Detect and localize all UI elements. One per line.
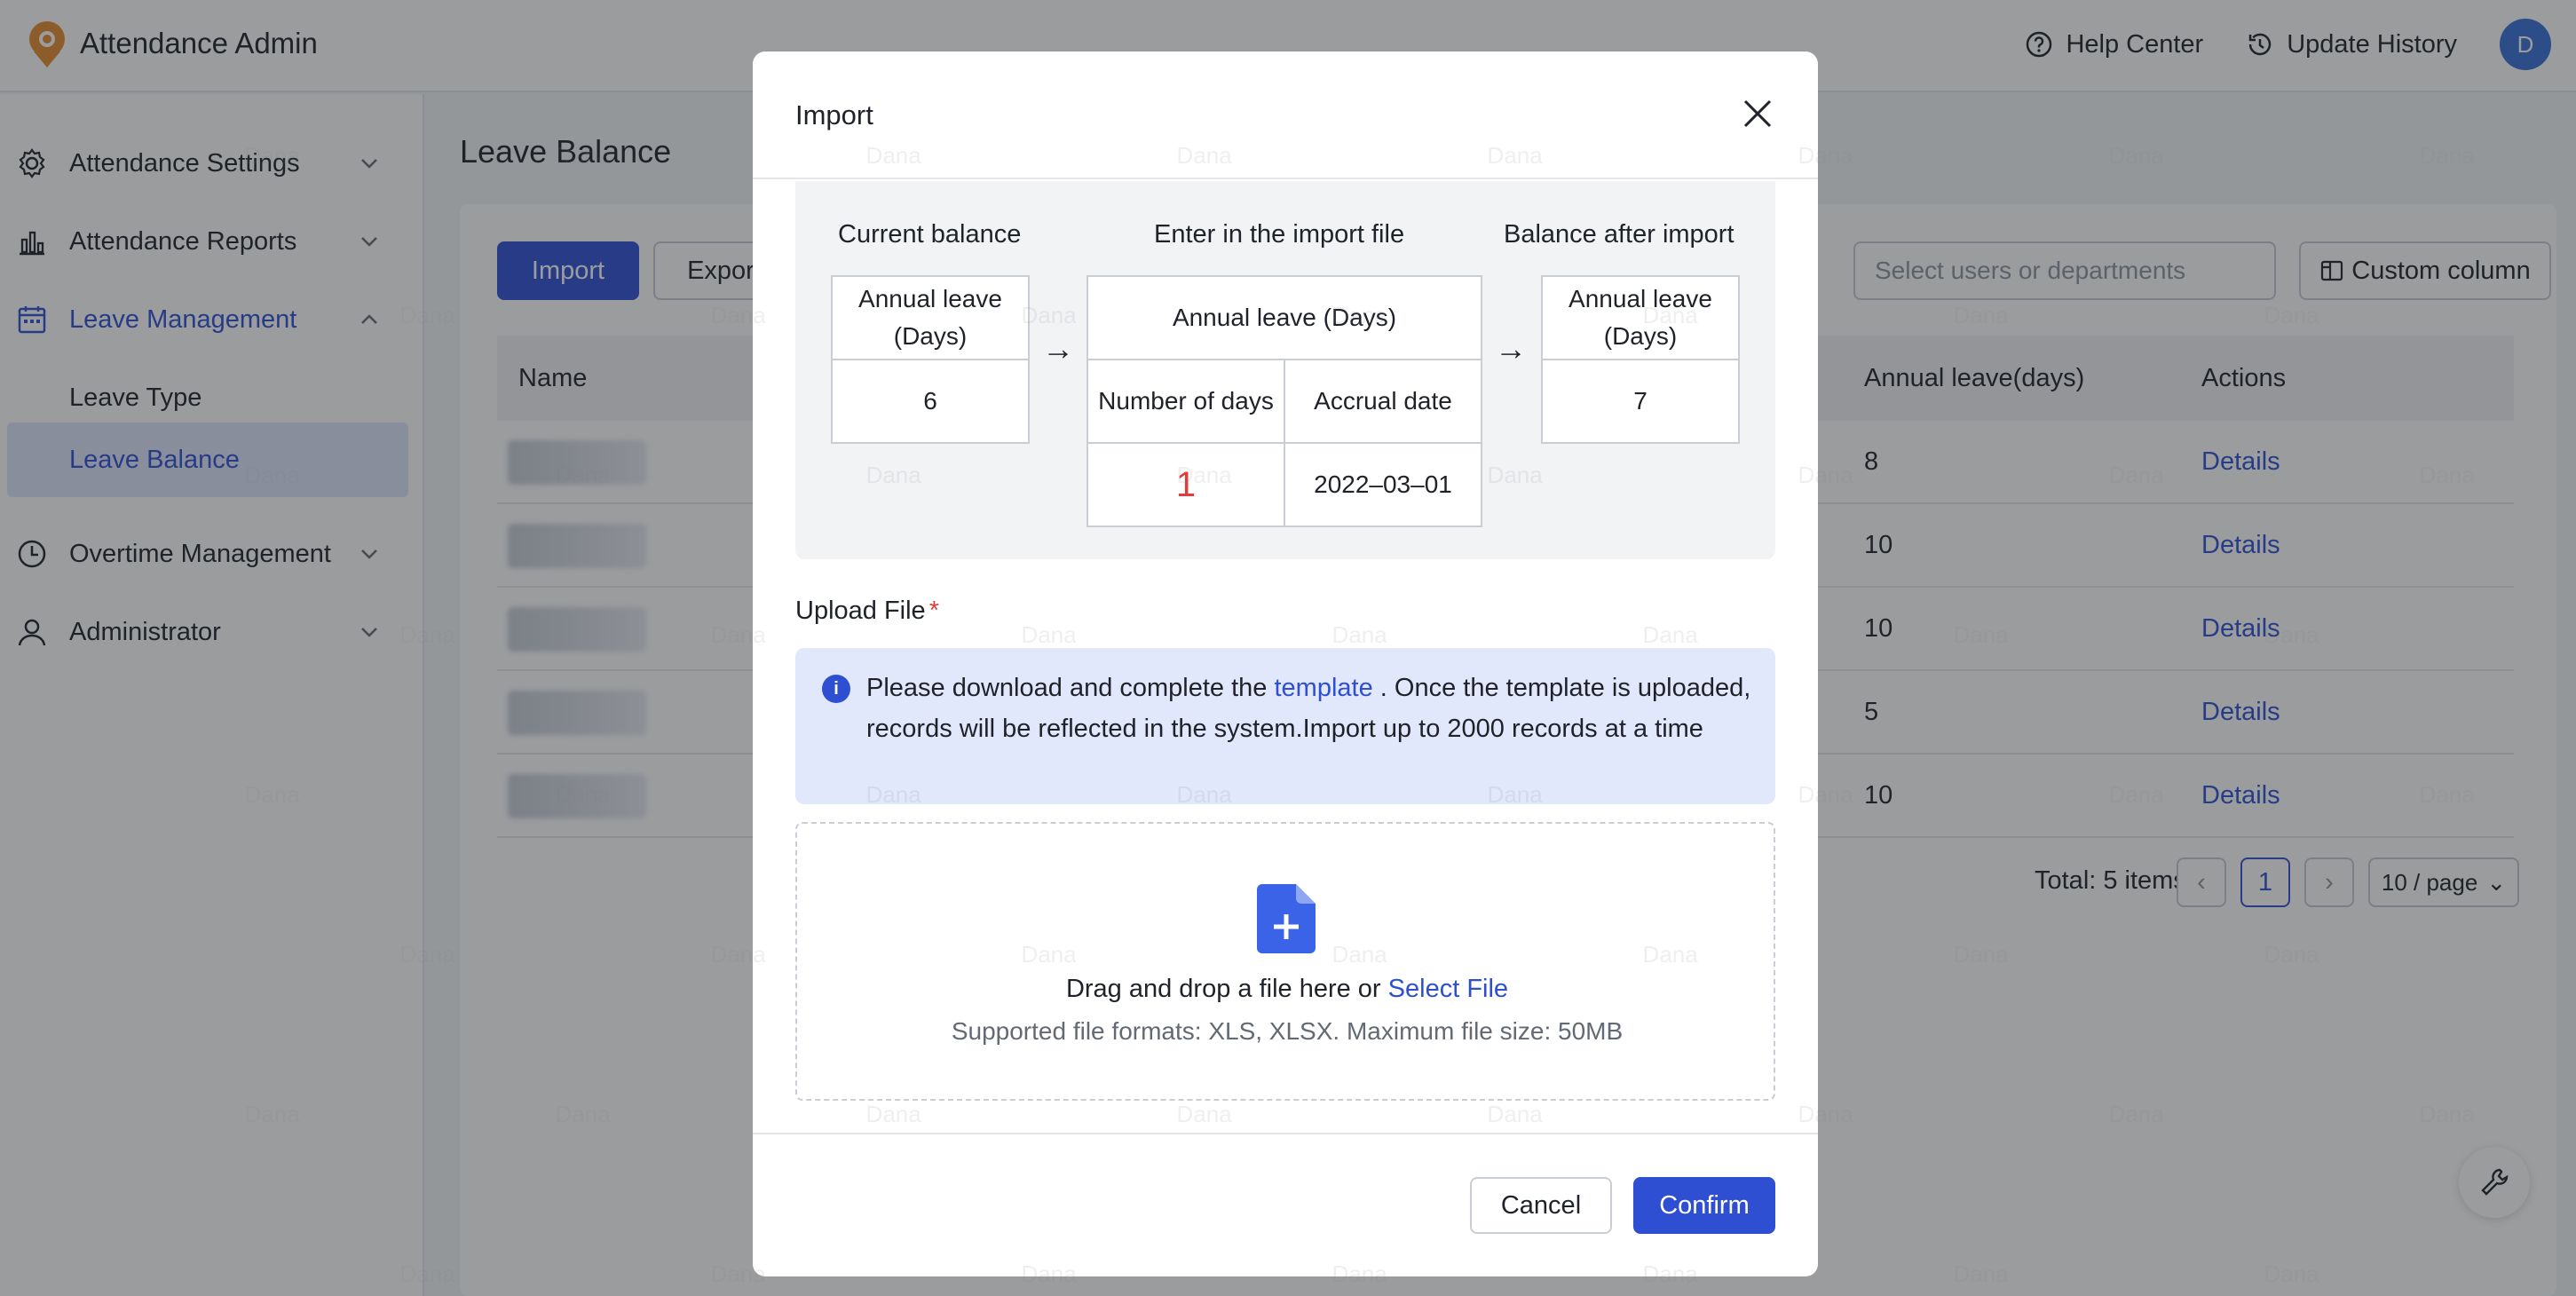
arrow-right-icon: → — [1495, 330, 1527, 367]
select-file-link[interactable]: Select File — [1388, 975, 1508, 1003]
modal-footer: Cancel Confirm — [753, 1133, 1818, 1276]
file-dropzone[interactable]: Drag and drop a file here or Select File… — [788, 815, 1782, 1108]
arrow-right-icon: → — [1042, 330, 1074, 367]
cancel-button[interactable]: Cancel — [1470, 1177, 1612, 1234]
dropzone-text: Drag and drop a file here or Select File — [797, 975, 1777, 1004]
confirm-button[interactable]: Confirm — [1633, 1177, 1775, 1234]
import-modal: Import Current balance Enter in the impo… — [753, 51, 1818, 1276]
annual-leave-header: Annual leave (Days) — [1569, 285, 1712, 350]
current-balance-label: Current balance — [838, 220, 1022, 249]
import-file-table: Annual leave (Days) Number of days Accru… — [1087, 275, 1482, 527]
info-text: Please download and complete the templat… — [866, 668, 1754, 749]
info-icon: i — [822, 675, 850, 703]
annual-leave-header: Annual leave (Days) — [1172, 304, 1397, 331]
close-icon[interactable] — [1740, 96, 1775, 131]
modal-title: Import — [795, 99, 873, 130]
annual-leave-header: Annual leave (Days) — [858, 285, 1002, 350]
import-example-panel: Current balance Enter in the import file… — [795, 181, 1775, 559]
balance-after-label: Balance after import — [1504, 220, 1734, 249]
number-of-days-header: Number of days — [1098, 387, 1274, 415]
enter-import-label: Enter in the import file — [1154, 220, 1405, 249]
modal-header: Import — [753, 51, 1818, 179]
dropzone-instruction: Drag and drop a file here or — [1065, 975, 1388, 1003]
info-text-before: Please download and complete the — [866, 674, 1275, 702]
dropzone-border: Drag and drop a file here or Select File… — [795, 822, 1775, 1101]
balance-after-table: Annual leave (Days) 7 — [1541, 275, 1740, 444]
template-link[interactable]: template — [1274, 674, 1372, 702]
import-days-value: 1 — [1175, 465, 1197, 504]
file-add-icon — [1257, 884, 1316, 953]
accrual-date-header: Accrual date — [1314, 387, 1452, 415]
dropzone-hint: Supported file formats: XLS, XLSX. Maxim… — [951, 1017, 1624, 1045]
upload-file-label: Upload File * — [795, 597, 939, 626]
upload-file-text: Upload File — [795, 597, 926, 625]
import-date-value: 2022–03–01 — [1314, 470, 1452, 498]
info-alert: i Please download and complete the templ… — [795, 648, 1775, 804]
current-balance-value: 6 — [923, 387, 937, 415]
balance-after-value: 7 — [1633, 387, 1648, 415]
current-balance-table: Annual leave (Days) 6 — [831, 275, 1030, 444]
required-mark: * — [928, 597, 939, 625]
